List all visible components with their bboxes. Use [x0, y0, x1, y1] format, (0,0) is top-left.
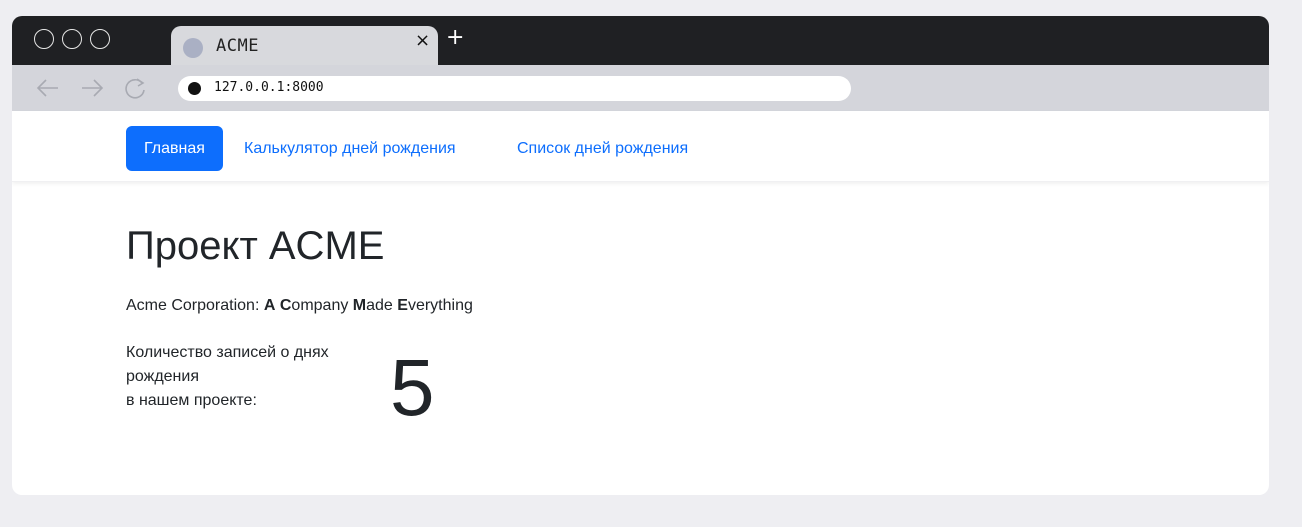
browser-toolbar: 127.0.0.1:8000: [12, 65, 1269, 111]
site-info-icon[interactable]: [188, 82, 201, 95]
address-url: 127.0.0.1:8000: [214, 80, 324, 95]
birthday-count-label-line2: в нашем проекте:: [126, 392, 257, 409]
browser-titlebar: ACME × +: [12, 16, 1269, 65]
favicon-icon: [183, 38, 203, 58]
window-maximize-control[interactable]: [90, 29, 110, 49]
nav-link-birthday-list[interactable]: Список дней рождения: [517, 126, 688, 171]
nav-link-birthday-calculator[interactable]: Калькулятор дней рождения: [244, 126, 456, 171]
birthday-count-label: Количество записей о днях рождения в наш…: [126, 341, 366, 413]
back-arrow-icon[interactable]: [34, 75, 62, 101]
address-bar[interactable]: 127.0.0.1:8000: [178, 76, 851, 101]
tab-close-icon[interactable]: ×: [415, 30, 430, 51]
birthday-count-value: 5: [390, 343, 435, 432]
browser-tab[interactable]: ACME ×: [171, 26, 438, 65]
reload-icon[interactable]: [122, 75, 150, 101]
subtitle-text: ompany: [291, 297, 353, 314]
page-subtitle: Acme Corporation: A Company Made Everyth…: [126, 297, 473, 315]
subtitle-prefix: Acme Corporation:: [126, 297, 264, 314]
subtitle-bold-letter: A: [263, 297, 276, 314]
birthday-count-label-line1: Количество записей о днях рождения: [126, 344, 329, 385]
new-tab-icon[interactable]: +: [446, 26, 464, 50]
window-close-control[interactable]: [34, 29, 54, 49]
subtitle-bold-letter: E: [397, 297, 408, 314]
site-navbar: Главная Калькулятор дней рождения Список…: [12, 111, 1269, 182]
subtitle-text: verything: [407, 297, 473, 314]
subtitle-bold-letter: C: [279, 297, 292, 314]
forward-arrow-icon[interactable]: [78, 75, 106, 101]
page-title: Проект ACME: [126, 224, 385, 268]
tab-title: ACME: [216, 36, 259, 56]
window-minimize-control[interactable]: [62, 29, 82, 49]
nav-link-home[interactable]: Главная: [126, 126, 223, 171]
subtitle-bold-letter: M: [352, 297, 367, 314]
subtitle-text: ade: [366, 297, 398, 314]
